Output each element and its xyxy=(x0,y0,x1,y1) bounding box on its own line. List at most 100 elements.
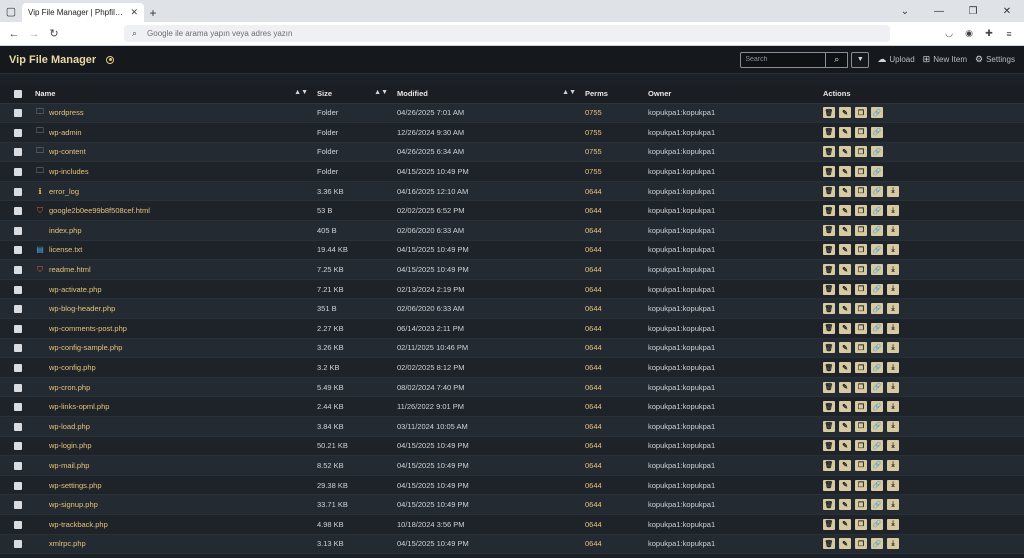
menu-icon[interactable]: ≡ xyxy=(1002,27,1016,41)
link-icon[interactable]: 🔗 xyxy=(871,107,883,119)
file-name-link[interactable]: wp-comments-post.php xyxy=(49,324,127,333)
delete-icon[interactable]: 🗑 xyxy=(823,459,835,471)
edit-icon[interactable]: ✎ xyxy=(839,166,851,178)
row-checkbox[interactable] xyxy=(14,109,22,118)
copy-icon[interactable]: ❐ xyxy=(855,244,867,256)
row-checkbox[interactable] xyxy=(14,148,22,157)
delete-icon[interactable]: 🗑 xyxy=(823,224,835,236)
link-icon[interactable]: 🔗 xyxy=(871,459,883,471)
file-name-link[interactable]: wp-config-sample.php xyxy=(49,343,122,352)
perms-cell[interactable]: 0644 xyxy=(582,514,645,535)
download-icon[interactable]: ⤓ xyxy=(887,479,899,491)
copy-icon[interactable]: ❐ xyxy=(855,224,867,236)
perms-cell[interactable]: 0644 xyxy=(582,416,645,437)
file-name-link[interactable]: wp-cron.php xyxy=(49,383,90,392)
download-icon[interactable]: ⤓ xyxy=(887,303,899,315)
link-icon[interactable]: 🔗 xyxy=(871,538,883,550)
download-icon[interactable]: ⤓ xyxy=(887,499,899,511)
file-name-link[interactable]: wp-content xyxy=(49,147,86,156)
upload-button[interactable]: ☁ Upload xyxy=(877,54,914,65)
copy-icon[interactable]: ❐ xyxy=(855,401,867,413)
tab-list-icon[interactable]: ▢ xyxy=(0,0,22,22)
table-row[interactable]: ⛉ readme.html 7.25 KB 04/15/2025 10:49 PM… xyxy=(0,259,1024,280)
download-icon[interactable]: ⤓ xyxy=(887,322,899,334)
perms-cell[interactable]: 0644 xyxy=(582,377,645,398)
copy-icon[interactable]: ❐ xyxy=(855,166,867,178)
reload-icon[interactable]: ↻ xyxy=(44,27,64,40)
row-checkbox[interactable] xyxy=(14,442,22,451)
perms-cell[interactable]: 0644 xyxy=(582,534,645,555)
edit-icon[interactable]: ✎ xyxy=(839,459,851,471)
edit-icon[interactable]: ✎ xyxy=(839,420,851,432)
close-window-icon[interactable]: ✕ xyxy=(990,0,1024,22)
edit-icon[interactable]: ✎ xyxy=(839,224,851,236)
row-checkbox[interactable] xyxy=(14,305,22,314)
delete-icon[interactable]: 🗑 xyxy=(823,283,835,295)
delete-icon[interactable]: 🗑 xyxy=(823,264,835,276)
delete-icon[interactable]: 🗑 xyxy=(823,362,835,374)
perms-cell[interactable]: 0755 xyxy=(582,122,645,143)
perms-cell[interactable]: 0644 xyxy=(582,220,645,241)
row-checkbox[interactable] xyxy=(14,285,22,294)
row-checkbox[interactable] xyxy=(14,187,22,196)
settings-button[interactable]: ⚙ Settings xyxy=(975,54,1015,65)
table-row[interactable]: wp-settings.php 29.38 KB 04/15/2025 10:4… xyxy=(0,475,1024,496)
link-icon[interactable]: 🔗 xyxy=(871,381,883,393)
copy-icon[interactable]: ❐ xyxy=(855,381,867,393)
delete-icon[interactable]: 🗑 xyxy=(823,244,835,256)
copy-icon[interactable]: ❐ xyxy=(855,205,867,217)
table-row[interactable]: wp-blog-header.php 351 B 02/06/2020 6:33… xyxy=(0,298,1024,320)
new-item-button[interactable]: ⊞ New Item xyxy=(923,54,967,65)
delete-icon[interactable]: 🗑 xyxy=(823,381,835,393)
table-row[interactable]: wp-links-opml.php 2.44 KB 11/26/2022 9:0… xyxy=(0,396,1024,417)
link-icon[interactable]: 🔗 xyxy=(871,224,883,236)
file-name-link[interactable]: error_log xyxy=(49,187,79,196)
file-name-link[interactable]: wp-mail.php xyxy=(49,461,89,470)
file-name-link[interactable]: wp-includes xyxy=(49,167,89,176)
edit-icon[interactable]: ✎ xyxy=(839,499,851,511)
copy-icon[interactable]: ❐ xyxy=(855,499,867,511)
row-checkbox[interactable] xyxy=(14,383,22,392)
copy-icon[interactable]: ❐ xyxy=(855,107,867,119)
table-row[interactable]: wp-signup.php 33.71 KB 04/15/2025 10:49 … xyxy=(0,494,1024,515)
file-name-link[interactable]: xmlrpc.php xyxy=(49,539,86,548)
file-name-link[interactable]: wp-settings.php xyxy=(49,481,102,490)
download-icon[interactable]: ⤓ xyxy=(887,205,899,217)
link-icon[interactable]: 🔗 xyxy=(871,166,883,178)
copy-icon[interactable]: ❐ xyxy=(855,264,867,276)
row-checkbox[interactable] xyxy=(14,501,22,510)
copy-icon[interactable]: ❐ xyxy=(855,303,867,315)
link-icon[interactable]: 🔗 xyxy=(871,205,883,217)
perms-cell[interactable]: 0644 xyxy=(582,494,645,515)
file-name-link[interactable]: wp-config.php xyxy=(49,363,96,372)
table-row[interactable]: wp-mail.php 8.52 KB 04/15/2025 10:49 PM … xyxy=(0,455,1024,476)
minimize-icon[interactable]: — xyxy=(922,0,956,22)
file-name-link[interactable]: readme.html xyxy=(49,265,91,274)
perms-cell[interactable]: 0755 xyxy=(582,161,645,182)
file-name-link[interactable]: wp-activate.php xyxy=(49,285,102,294)
link-icon[interactable]: 🔗 xyxy=(871,244,883,256)
perms-cell[interactable]: 0644 xyxy=(582,475,645,496)
table-row[interactable]: wp-comments-post.php 2.27 KB 06/14/2023 … xyxy=(0,318,1024,339)
perms-cell[interactable]: 0644 xyxy=(582,240,645,261)
perms-cell[interactable]: 0644 xyxy=(582,436,645,457)
edit-icon[interactable]: ✎ xyxy=(839,322,851,334)
row-checkbox[interactable] xyxy=(14,540,22,549)
table-row[interactable]: 🗀 wp-admin Folder 12/26/2024 9:30 AM 0755… xyxy=(0,122,1024,143)
file-name-link[interactable]: index.php xyxy=(49,226,82,235)
file-name-link[interactable]: license.txt xyxy=(49,245,82,254)
edit-icon[interactable]: ✎ xyxy=(839,362,851,374)
copy-icon[interactable]: ❐ xyxy=(855,440,867,452)
table-row[interactable]: wp-config.php 3.2 KB 02/02/2025 8:12 PM … xyxy=(0,357,1024,378)
edit-icon[interactable]: ✎ xyxy=(839,107,851,119)
row-checkbox[interactable] xyxy=(14,324,22,333)
table-row[interactable]: wp-login.php 50.21 KB 04/15/2025 10:49 P… xyxy=(0,436,1024,457)
col-modified[interactable]: Modified ▲▼ xyxy=(394,84,582,104)
download-icon[interactable]: ⤓ xyxy=(887,283,899,295)
edit-icon[interactable]: ✎ xyxy=(839,518,851,530)
perms-cell[interactable]: 0644 xyxy=(582,338,645,359)
row-checkbox[interactable] xyxy=(14,246,22,255)
edit-icon[interactable]: ✎ xyxy=(839,283,851,295)
table-row[interactable]: ▤ license.txt 19.44 KB 04/15/2025 10:49 P… xyxy=(0,240,1024,261)
file-name-link[interactable]: wp-blog-header.php xyxy=(49,304,115,313)
